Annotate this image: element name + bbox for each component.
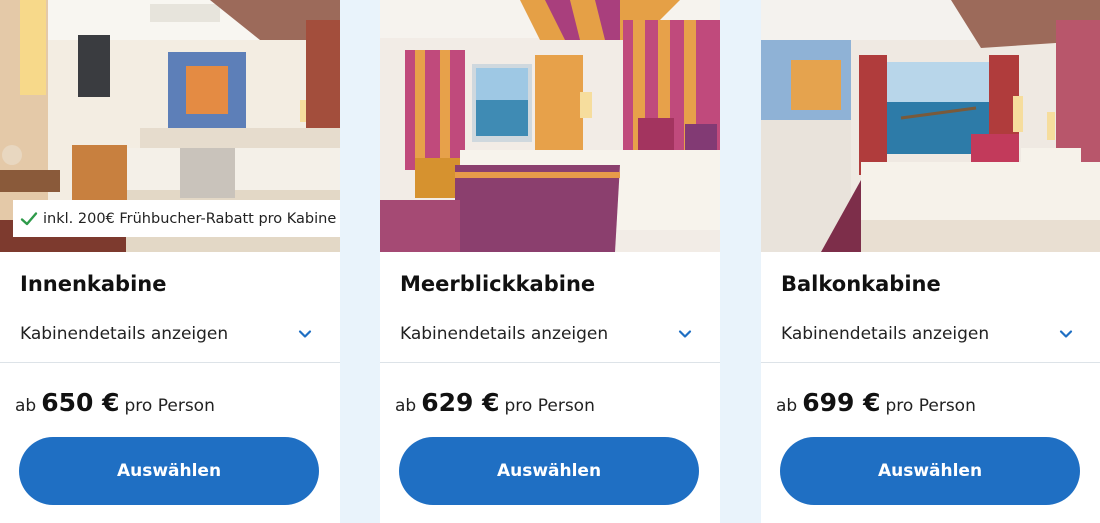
price-line: ab 629 € pro Person (395, 388, 595, 417)
price-line: ab 699 € pro Person (776, 388, 976, 417)
cabin-title: Balkonkabine (781, 272, 941, 296)
cabin-details-label: Kabinendetails anzeigen (20, 324, 229, 344)
price-amount: 629 € (421, 388, 500, 417)
chevron-down-icon (1059, 330, 1073, 338)
price-suffix: pro Person (504, 396, 595, 416)
cabin-details-toggle[interactable]: Kabinendetails anzeigen (781, 318, 1081, 350)
select-button[interactable]: Auswählen (19, 437, 319, 505)
cabin-photo-seaview[interactable] (380, 0, 720, 252)
early-booking-badge: inkl. 200€ Frühbucher-Rabatt pro Kabine (13, 200, 340, 237)
cabin-details-toggle[interactable]: Kabinendetails anzeigen (20, 318, 320, 350)
chevron-down-icon (298, 330, 312, 338)
price-prefix: ab (776, 396, 798, 416)
price-suffix: pro Person (885, 396, 976, 416)
cabin-photo-inside[interactable]: inkl. 200€ Frühbucher-Rabatt pro Kabine (0, 0, 340, 252)
price-suffix: pro Person (124, 396, 215, 416)
cabin-image (380, 0, 720, 252)
select-button[interactable]: Auswählen (780, 437, 1080, 505)
divider (761, 362, 1100, 363)
price-line: ab 650 € pro Person (15, 388, 215, 417)
cabin-card-inside: inkl. 200€ Frühbucher-Rabatt pro Kabine … (0, 0, 340, 523)
cabin-photo-balcony[interactable] (761, 0, 1100, 252)
cabin-details-toggle[interactable]: Kabinendetails anzeigen (400, 318, 700, 350)
chevron-down-icon (678, 330, 692, 338)
cabin-image (761, 0, 1100, 252)
divider (380, 362, 720, 363)
cabin-card-balcony: Balkonkabine Kabinendetails anzeigen ab … (761, 0, 1100, 523)
price-prefix: ab (15, 396, 37, 416)
badge-text: inkl. 200€ Frühbucher-Rabatt pro Kabine (43, 210, 337, 227)
divider (0, 362, 340, 363)
price-prefix: ab (395, 396, 417, 416)
cabin-details-label: Kabinendetails anzeigen (400, 324, 609, 344)
cabin-title: Meerblickkabine (400, 272, 596, 296)
price-amount: 699 € (802, 388, 881, 417)
check-icon (20, 211, 38, 225)
cabin-details-label: Kabinendetails anzeigen (781, 324, 990, 344)
cabin-card-seaview: Meerblickkabine Kabinendetails anzeigen … (380, 0, 720, 523)
cabin-title: Innenkabine (20, 272, 167, 296)
select-button[interactable]: Auswählen (399, 437, 699, 505)
price-amount: 650 € (41, 388, 120, 417)
